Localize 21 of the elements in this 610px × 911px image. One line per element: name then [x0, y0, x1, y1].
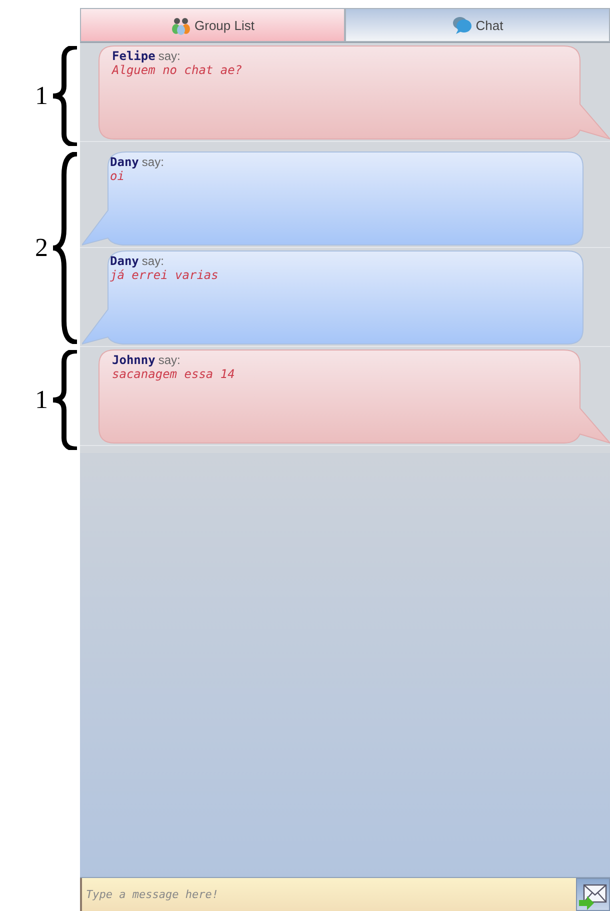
say-label: say:: [158, 48, 180, 62]
annotation-label: 1: [35, 385, 48, 415]
message-text: oi: [110, 168, 124, 182]
tab[interactable]: Chat: [345, 8, 610, 42]
say-label: say:: [158, 352, 180, 366]
message-input[interactable]: Type a message here!: [80, 878, 576, 911]
say-label: say:: [142, 154, 164, 168]
message-text: sacanagem essa 14: [112, 366, 235, 380]
sender-name: Dany: [110, 254, 139, 268]
sender-name: Dany: [110, 154, 139, 168]
say-label: say:: [142, 254, 164, 268]
speech-bubbles-icon: [452, 15, 472, 35]
tab[interactable]: Group List: [80, 8, 345, 42]
people-icon: [170, 15, 190, 35]
sender-name: Felipe: [112, 48, 156, 62]
annotation-label: 1: [35, 81, 48, 111]
message-text: já errei varias: [110, 268, 218, 282]
message-text: Alguem no chat ae?: [112, 62, 242, 76]
annotation-label: 2: [35, 233, 48, 263]
send-button[interactable]: [576, 878, 610, 911]
sender-name: Johnny: [112, 352, 156, 366]
